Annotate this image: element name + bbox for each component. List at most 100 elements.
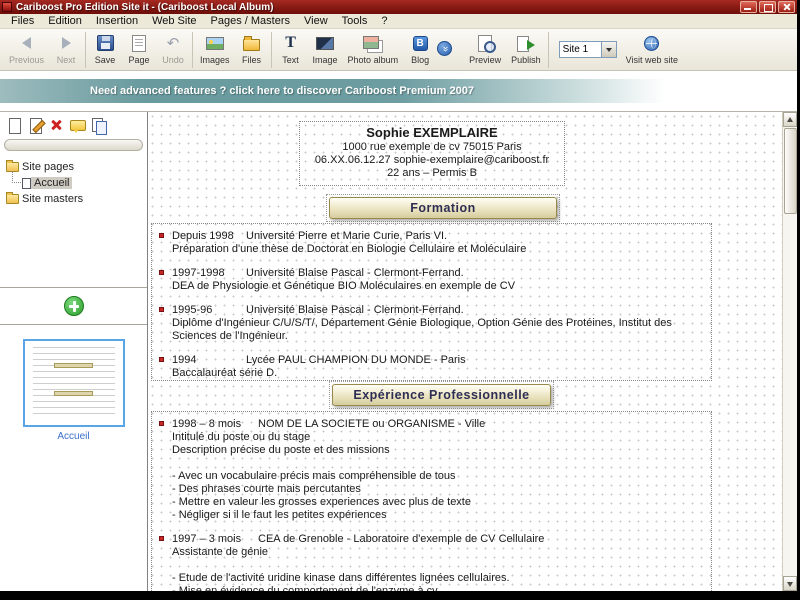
cv-phone: 06.XX.06.12.27 [315, 154, 391, 166]
site-selector[interactable]: Site 1 [559, 41, 617, 58]
pages-mini-toolbar [0, 112, 147, 137]
page-icon [22, 178, 31, 189]
vertical-scrollbar[interactable] [782, 112, 797, 591]
menu-insertion[interactable]: Insertion [89, 15, 145, 27]
new-page-icon[interactable] [6, 117, 23, 134]
bullet-icon [159, 421, 164, 426]
cv-name: Sophie EXEMPLAIRE [302, 125, 562, 141]
folder-icon [6, 194, 19, 204]
image-button[interactable]: Image [308, 31, 343, 66]
toolbar-separator [85, 32, 86, 68]
publish-button[interactable]: Publish [506, 31, 546, 66]
menu-web-site[interactable]: Web Site [145, 15, 203, 27]
scroll-up-button[interactable] [783, 112, 797, 127]
previous-button[interactable]: Previous [4, 31, 49, 66]
files-icon [240, 32, 264, 54]
bullet-icon [159, 233, 164, 238]
experience-entry: 1998 – 8 moisNOM DE LA SOCIETE ou ORGANI… [158, 418, 705, 522]
edit-page-icon[interactable] [27, 117, 44, 134]
add-page-strip [0, 287, 147, 325]
menu-bar: Files Edition Insertion Web Site Pages /… [0, 14, 797, 29]
thumbnail-label: Accueil [0, 431, 147, 442]
menu-tools[interactable]: Tools [335, 15, 375, 27]
photo-album-icon [361, 32, 385, 54]
site-tree: Site pages Accueil Site masters [0, 153, 147, 287]
thumbnail-preview [54, 363, 93, 368]
premium-banner-text: Need advanced features ? click here to d… [90, 85, 474, 97]
cv-email: sophie-exemplaire@cariboost.fr [394, 154, 549, 166]
files-button[interactable]: Files [235, 31, 269, 66]
images-icon [203, 32, 227, 54]
window-controls [740, 1, 795, 13]
bullet-icon [159, 307, 164, 312]
titlebar[interactable]: Cariboost Pro Edition Site it - (Cariboo… [0, 0, 797, 14]
scroll-down-button[interactable] [783, 576, 797, 591]
globe-icon [640, 32, 664, 54]
overflow-chevron-icon[interactable] [437, 41, 452, 56]
maximize-button[interactable] [759, 1, 776, 13]
minimize-button[interactable] [740, 1, 757, 13]
thumbnail-area: Accueil [0, 325, 147, 442]
menu-files[interactable]: Files [4, 15, 41, 27]
menu-help[interactable]: ? [374, 15, 394, 27]
tree-item-site-masters[interactable]: Site masters [2, 191, 145, 207]
save-button[interactable]: Save [88, 31, 122, 66]
screen-edge [0, 591, 800, 600]
formation-list-box[interactable]: Depuis 1998Université Pierre et Marie Cu… [151, 223, 712, 381]
bullet-icon [159, 357, 164, 362]
site-selector-value[interactable]: Site 1 [559, 41, 601, 58]
toolbar-separator [192, 32, 193, 68]
work-area: Site pages Accueil Site masters [0, 112, 797, 591]
toolbar-separator [548, 32, 549, 68]
scrollbar-thumb[interactable] [784, 128, 797, 214]
pages-panel-header[interactable] [4, 139, 143, 151]
copy-page-icon[interactable] [90, 117, 107, 134]
toolbar: Previous Next Save Page Undo Images File… [0, 29, 797, 71]
close-button[interactable] [778, 1, 795, 13]
blog-button[interactable]: Blog [403, 31, 437, 66]
premium-banner[interactable]: Need advanced features ? click here to d… [0, 79, 665, 103]
image-icon [313, 32, 337, 54]
experience-list-box[interactable]: 1998 – 8 moisNOM DE LA SOCIETE ou ORGANI… [151, 411, 712, 591]
photo-album-button[interactable]: Photo album [343, 31, 404, 66]
cv-header-box[interactable]: Sophie EXEMPLAIRE 1000 rue exemple de cv… [299, 121, 565, 186]
preview-button[interactable]: Preview [464, 31, 506, 66]
undo-button[interactable]: Undo [156, 31, 190, 66]
page-thumbnail[interactable] [23, 339, 125, 427]
chevron-down-icon[interactable] [601, 41, 617, 58]
add-page-icon[interactable] [64, 296, 84, 316]
app-icon [2, 2, 12, 12]
tree-item-site-pages[interactable]: Site pages [2, 159, 145, 175]
menu-edition[interactable]: Edition [41, 15, 89, 27]
undo-icon [161, 32, 185, 54]
formation-entry: 1997-1998Université Blaise Pascal - Cler… [158, 267, 705, 293]
visit-web-site-button[interactable]: Visit web site [621, 31, 683, 66]
images-button[interactable]: Images [195, 31, 235, 66]
cv-address: 1000 rue exemple de cv 75015 Paris [302, 141, 562, 154]
delete-page-icon[interactable] [48, 117, 65, 134]
blog-icon [408, 32, 432, 54]
experience-title: Expérience Professionnelle [332, 384, 551, 406]
menu-pages-masters[interactable]: Pages / Masters [204, 15, 297, 27]
formation-header-box[interactable]: Formation [326, 194, 560, 222]
comment-icon[interactable] [69, 117, 86, 134]
next-button[interactable]: Next [49, 31, 83, 66]
cv-contact: 06.XX.06.12.27 sophie-exemplaire@cariboo… [302, 154, 562, 167]
formation-entry: 1994Lycée PAUL CHAMPION DU MONDE - Paris… [158, 354, 705, 380]
save-icon [93, 32, 117, 54]
banner-area: Need advanced features ? click here to d… [0, 71, 797, 112]
previous-icon [15, 32, 39, 54]
tree-item-accueil[interactable]: Accueil [2, 175, 145, 191]
menu-view[interactable]: View [297, 15, 335, 27]
page-canvas[interactable]: Sophie EXEMPLAIRE 1000 rue exemple de cv… [148, 112, 782, 591]
toolbar-separator [271, 32, 272, 68]
next-icon [54, 32, 78, 54]
formation-entry: 1995-96Université Blaise Pascal - Clermo… [158, 304, 705, 343]
window-title: Cariboost Pro Edition Site it - (Cariboo… [16, 2, 740, 13]
pages-panel: Site pages Accueil Site masters [0, 112, 148, 591]
text-button[interactable]: Text [274, 31, 308, 66]
formation-entry: Depuis 1998Université Pierre et Marie Cu… [158, 230, 705, 256]
bullet-icon [159, 536, 164, 541]
experience-header-box[interactable]: Expérience Professionnelle [329, 381, 554, 409]
page-button[interactable]: Page [122, 31, 156, 66]
